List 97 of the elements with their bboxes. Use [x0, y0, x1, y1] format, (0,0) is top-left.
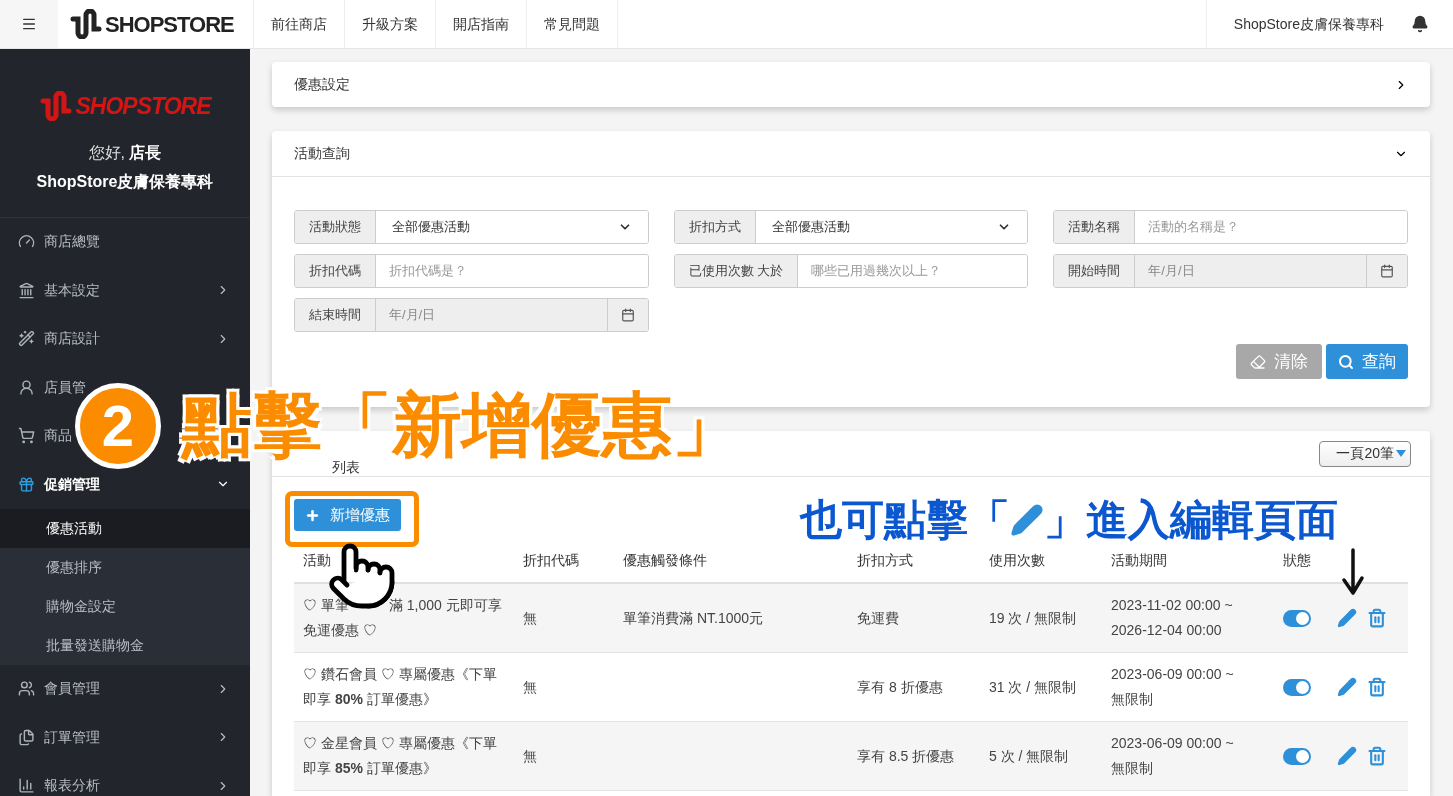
logo-icon — [39, 91, 74, 122]
greeting-text: 您好, 店長 — [87, 142, 163, 163]
text-field[interactable]: 已使用次數 大於 哪些已用過幾次以上？ — [673, 254, 1029, 288]
hint-caption: 也可點擊「 — [800, 495, 1010, 545]
toggle-switch[interactable] — [1283, 747, 1311, 765]
bar-chart-icon — [18, 777, 35, 795]
table-cell: 享有 8.5 折優惠 — [857, 747, 955, 764]
pencil-icon — [1010, 503, 1044, 537]
table-cell: 享有 8 折優惠 — [857, 678, 943, 695]
search-icon — [1338, 353, 1354, 370]
column-header: 狀態 — [1283, 552, 1311, 568]
column-header: 活動期間 — [1111, 552, 1167, 568]
text-field[interactable]: 折扣代碼 折扣代碼是？ — [294, 254, 649, 288]
panel-title: 列表 — [331, 460, 360, 475]
toggle-switch[interactable] — [1283, 609, 1311, 627]
field-label: 開始時間 — [1054, 255, 1136, 287]
table-cell: 5 次 / 無限制 — [989, 747, 1069, 764]
plus-icon — [305, 507, 320, 523]
field-label: 結束時間 — [295, 299, 376, 331]
table-cell: ♡ 金星會員 ♡ 專屬優惠《下單即享 85% 訂單優惠》 — [303, 735, 497, 776]
table-cell: 31 次 / 無限制 — [989, 678, 1077, 695]
field-label: 折扣方式 — [674, 211, 756, 243]
trash-icon[interactable] — [1367, 677, 1387, 697]
column-header: 折扣方式 — [857, 552, 913, 568]
table-cell: 無 — [523, 678, 537, 695]
sidebar-item[interactable]: 報表分析 — [44, 775, 100, 796]
trash-icon[interactable] — [1367, 608, 1387, 628]
calendar-icon[interactable] — [620, 308, 635, 322]
sidebar-item[interactable]: 店員管 — [44, 376, 86, 398]
sidebar-item[interactable]: 商店設計 — [44, 328, 100, 350]
field-label: 已使用次數 大於 — [674, 255, 799, 287]
edit-icon[interactable] — [1337, 746, 1357, 766]
table-cell: 19 次 / 無限制 — [989, 609, 1077, 626]
field-label: 活動狀態 — [295, 211, 376, 243]
table-cell: 單筆消費滿 NT.1000元 — [623, 609, 764, 626]
documents-icon — [18, 728, 35, 746]
table-cell-text: 滿 1,000 元即可享 — [388, 596, 502, 615]
sidebar-item[interactable]: 訂單管理 — [44, 726, 100, 748]
nav-link[interactable]: 常見問題 — [526, 0, 617, 48]
table-cell: 2023-06-09 00:00 ~ 無限制 — [1111, 666, 1234, 707]
edit-icon[interactable] — [1337, 677, 1357, 697]
column-header: 優惠觸發條件 — [623, 552, 707, 568]
page-size-select[interactable]: 一頁20筆 — [1319, 440, 1411, 467]
table-cell: 免運費 — [857, 609, 899, 626]
table-cell: 2023-06-09 00:00 ~ 無限制 — [1111, 735, 1234, 776]
date-field[interactable]: 結束時間 年/月/日 — [294, 298, 649, 332]
table-cell: 2023-11-02 00:00 ~ 2026-12-04 00:00 — [1111, 597, 1233, 638]
table-cell-text: 免運優惠 ♡ — [303, 621, 377, 640]
nav-link[interactable]: 升級方案 — [344, 0, 435, 48]
sidebar-item[interactable]: 商品 — [44, 425, 72, 447]
column-header: 使用次數 — [989, 552, 1045, 568]
trash-icon[interactable] — [1367, 746, 1387, 766]
panel-title: 活動查詢 — [294, 144, 350, 163]
select-field[interactable]: 活動狀態 全部優惠活動 — [294, 210, 649, 244]
sidebar-item[interactable]: 會員管理 — [44, 678, 100, 700]
magic-wand-icon — [18, 330, 35, 348]
date-field[interactable]: 開始時間 年/月/日 — [1053, 254, 1408, 288]
store-name: ShopStore皮膚保養專科 — [35, 171, 215, 192]
edit-icon[interactable] — [1337, 608, 1357, 628]
users-icon — [18, 680, 35, 698]
calendar-icon[interactable] — [1380, 264, 1394, 278]
table-cell: 無 — [523, 747, 537, 764]
gift-icon — [18, 475, 35, 493]
menu-toggle-button[interactable] — [0, 0, 58, 48]
eraser-icon — [1250, 353, 1266, 370]
down-arrow-icon — [1341, 548, 1365, 596]
logo-text: SHOPSTORE — [105, 10, 234, 39]
text-field[interactable]: 活動名稱 活動的名稱是？ — [1053, 210, 1408, 244]
field-label: 折扣代碼 — [295, 255, 376, 287]
field-label: 活動名稱 — [1054, 211, 1136, 243]
bank-icon — [18, 281, 35, 299]
sidebar-subitem[interactable]: 優惠排序 — [0, 547, 250, 587]
menu-icon — [21, 16, 37, 32]
nav-link[interactable]: 開店指南 — [435, 0, 526, 48]
person-icon — [18, 378, 35, 396]
nav-link[interactable]: 前往商店 — [253, 0, 344, 48]
logo-icon — [70, 9, 104, 39]
panel-title: 優惠設定 — [294, 75, 350, 94]
settings-panel[interactable]: 優惠設定 — [272, 62, 1430, 107]
column-header: 活動 — [303, 552, 331, 568]
table-cell: 無 — [523, 609, 537, 626]
select-field[interactable]: 折扣方式 全部優惠活動 — [673, 210, 1029, 244]
toggle-switch[interactable] — [1283, 678, 1311, 696]
logo-text: SHOPSTORE — [75, 92, 211, 121]
sidebar-subitem[interactable]: 批量發送購物金 — [0, 625, 250, 665]
sidebar-subitem[interactable]: 優惠活動 — [0, 508, 250, 548]
sidebar-item[interactable]: 促銷管理 — [44, 473, 100, 495]
column-header: 折扣代碼 — [523, 552, 579, 568]
bell-icon[interactable] — [1411, 15, 1429, 33]
store-name-link[interactable]: ShopStore皮膚保養專科 — [1205, 0, 1411, 48]
sidebar-subitem[interactable]: 購物金設定 — [0, 586, 250, 626]
cart-icon — [18, 427, 35, 445]
table-cell: ♡ 鑽石會員 ♡ 專屬優惠《下單即享 80% 訂單優惠》 — [303, 666, 497, 707]
hint-caption: 」進入編輯頁面 — [1044, 495, 1338, 545]
caret-down-icon — [1396, 450, 1406, 457]
sidebar-item[interactable]: 基本設定 — [44, 279, 100, 301]
sidebar-item[interactable]: 商店總覽 — [44, 231, 100, 253]
